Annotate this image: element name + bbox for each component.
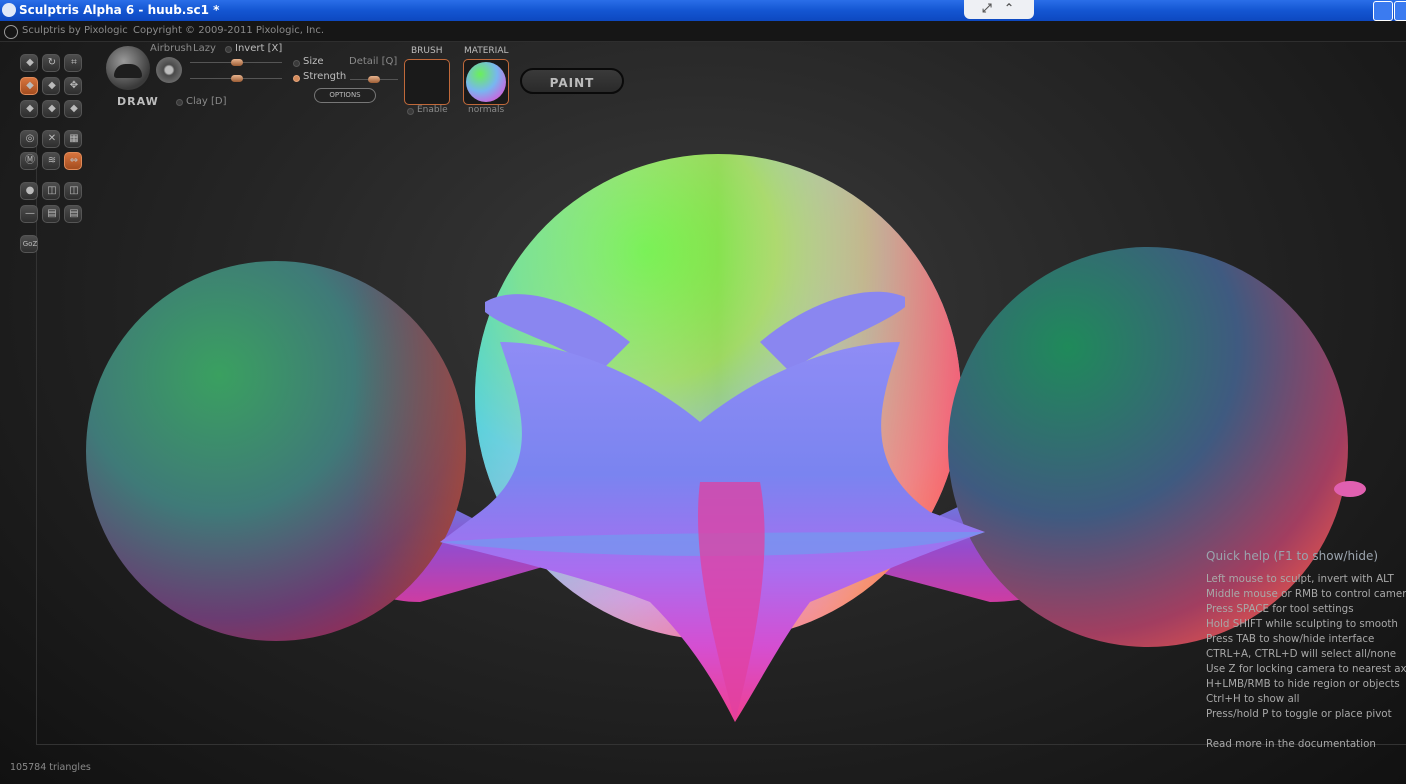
move-icon[interactable]: ✥ (64, 77, 82, 95)
brush-texture-slot[interactable] (404, 59, 450, 105)
smooth-icon[interactable]: ◆ (64, 100, 82, 118)
pixologic-logo (4, 25, 18, 39)
goz-label: GoZ (22, 240, 38, 248)
clay-radio[interactable] (176, 99, 183, 106)
app-icon (2, 3, 16, 17)
minimize-button[interactable] (1373, 1, 1393, 21)
quick-help-panel: Quick help (F1 to show/hide) Left mouse … (1206, 549, 1406, 750)
quick-help-line: Press SPACE for tool settings (1206, 603, 1354, 615)
strength-slider-knob[interactable] (231, 75, 243, 82)
invert-radio[interactable] (225, 46, 232, 53)
viewport[interactable] (0, 42, 1406, 784)
detail-label: Detail [Q] (349, 56, 398, 67)
obj-export-icon[interactable]: ◫ (64, 182, 82, 200)
material-section-label: MATERIAL (464, 46, 509, 56)
draw-tool-preview[interactable] (106, 46, 150, 90)
invert-label[interactable]: Invert [X] (235, 43, 282, 54)
title-bar-controls: ⤢ ⌃ (964, 0, 1034, 19)
paint-button[interactable]: PAINT (520, 68, 624, 94)
detail-slider-knob[interactable] (368, 76, 380, 83)
material-slot[interactable] (463, 59, 509, 105)
symmetry-icon[interactable]: ◎ (20, 130, 38, 148)
quick-help-line: CTRL+A, CTRL+D will select all/none (1206, 648, 1397, 660)
inflate-icon[interactable]: ◆ (42, 77, 60, 95)
clay-label[interactable]: Clay [D] (186, 96, 227, 107)
documentation-link[interactable]: Read more in the documentation (1206, 738, 1406, 750)
chevron-up-icon[interactable]: ⌃ (1004, 1, 1014, 15)
rotate-icon[interactable]: ↻ (42, 54, 60, 72)
quick-help-line: Middle mouse or RMB to control camera (1206, 588, 1406, 600)
quick-help-line: Hold SHIFT while sculpting to smooth (1206, 618, 1398, 630)
quick-help-line: Ctrl+H to show all (1206, 693, 1300, 705)
maximize-button[interactable] (1394, 1, 1406, 21)
crease-icon[interactable]: ◆ (42, 100, 60, 118)
quick-help-line: Press TAB to show/hide interface (1206, 633, 1375, 645)
obj-import-icon[interactable]: ◫ (42, 182, 60, 200)
quick-help-line: H+LMB/RMB to hide region or objects (1206, 678, 1400, 690)
size-label: Size (303, 56, 324, 67)
app-header: Sculptris by Pixologic Copyright © 2009-… (0, 21, 1406, 42)
quick-help-title: Quick help (F1 to show/hide) (1206, 549, 1379, 563)
quick-help-line: Use Z for locking camera to nearest axis (1206, 663, 1406, 675)
brush-enable-radio[interactable] (407, 108, 414, 115)
goz-icon[interactable]: GoZ (20, 235, 38, 253)
grid-icon[interactable]: ▦ (64, 130, 82, 148)
quick-help-line: Left mouse to sculpt, invert with ALT (1206, 573, 1394, 585)
quick-help-lines: Left mouse to sculpt, invert with ALT Mid… (1206, 573, 1406, 723)
brush-section-label: BRUSH (411, 46, 443, 56)
save-as-icon[interactable]: ▤ (64, 205, 82, 223)
triangle-count: 105784 triangles (10, 762, 91, 773)
material-name-label: normals (468, 105, 505, 115)
sculpt-model[interactable] (0, 42, 1406, 784)
flatten-icon[interactable]: ◆ (20, 77, 38, 95)
scale-icon[interactable]: ✕ (42, 130, 60, 148)
minus-icon[interactable]: — (20, 205, 38, 223)
brush-enable-label[interactable]: Enable (417, 105, 448, 115)
mirror-icon[interactable]: ⇔ (64, 152, 82, 170)
options-button[interactable]: OPTIONS (314, 88, 376, 103)
app-by-label: Sculptris by Pixologic (22, 25, 128, 36)
save-icon[interactable]: ▤ (42, 205, 60, 223)
strength-radio[interactable] (293, 75, 300, 82)
pinch-icon[interactable]: ◆ (20, 100, 38, 118)
quick-help-line: Press/hold P to toggle or place pivot (1206, 708, 1392, 720)
size-slider-knob[interactable] (231, 59, 243, 66)
lazy-label[interactable]: Lazy (193, 43, 216, 54)
restore-icon[interactable]: ⤢ (982, 1, 992, 16)
airbrush-label[interactable]: Airbrush (150, 43, 192, 54)
mask-icon[interactable]: Ⓜ (20, 152, 38, 170)
tool-name-label: DRAW (117, 95, 159, 108)
strength-label: Strength (303, 71, 347, 82)
sphere-icon[interactable]: ● (20, 182, 38, 200)
window-title-bar[interactable]: Sculptris Alpha 6 - huub.sc1 * ⤢ ⌃ (0, 0, 1406, 21)
draw-icon[interactable]: ◆ (20, 54, 38, 72)
window-title: Sculptris Alpha 6 - huub.sc1 * (19, 3, 220, 17)
copyright-label: Copyright © 2009-2011 Pixologic, Inc. (133, 25, 325, 36)
size-radio[interactable] (293, 60, 300, 67)
airbrush-icon[interactable] (156, 57, 182, 83)
wave-icon[interactable]: ≋ (42, 152, 60, 170)
crop-icon[interactable]: ⌗ (64, 54, 82, 72)
